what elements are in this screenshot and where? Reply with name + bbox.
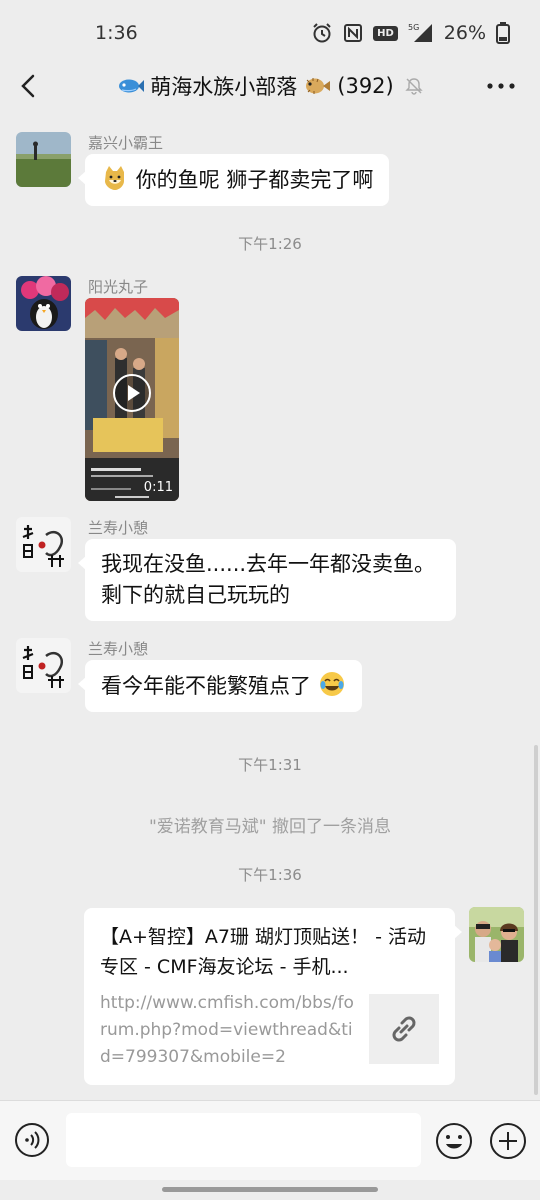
sender-name: 阳光丸子 xyxy=(88,278,149,296)
message-text: 你的鱼呢 狮子都卖完了啊 xyxy=(135,168,374,192)
play-icon[interactable] xyxy=(112,373,152,413)
link-url: http://www.cmfish.com/bbs/forum.php?mod=… xyxy=(100,993,354,1067)
link-icon xyxy=(392,1016,416,1042)
emoji-button[interactable] xyxy=(435,1122,473,1160)
sender-name: 嘉兴小霸王 xyxy=(88,134,164,152)
laughing-tears-emoji-icon xyxy=(319,672,344,696)
sender-name: 兰寿小憩 xyxy=(88,640,149,658)
video-duration: 0:11 xyxy=(143,480,173,495)
nfc-icon xyxy=(343,23,363,43)
status-time: 1:36 xyxy=(95,22,138,44)
sender-name: 兰寿小憩 xyxy=(88,519,149,537)
member-count: (392) xyxy=(337,74,394,98)
my-avatar[interactable] xyxy=(469,907,524,962)
hd-icon: HD xyxy=(373,25,398,41)
time-divider: 下午1:26 xyxy=(238,235,302,253)
chat-title-text: 萌海水族小部落 xyxy=(150,75,298,99)
avatar-calligraphy-image xyxy=(16,638,71,693)
message-text-line: 剩下的就自己玩玩的 xyxy=(101,583,290,607)
pufferfish-icon xyxy=(306,78,331,94)
message-bubble[interactable]: 你的鱼呢 狮子都卖完了啊 xyxy=(77,154,390,206)
emoji-icon xyxy=(436,1123,472,1159)
signal-icon: 5G xyxy=(408,22,434,44)
alarm-icon xyxy=(311,22,333,44)
svg-text:5G: 5G xyxy=(408,23,419,32)
chat-title: 萌海水族小部落 (392) xyxy=(116,71,423,101)
link-thumbnail xyxy=(369,994,439,1064)
scrollbar[interactable] xyxy=(534,745,538,1095)
status-bar: 1:36 HD 5G 26% xyxy=(0,0,540,66)
message-text: 看今年能不能繁殖点了 xyxy=(101,674,311,698)
video-message[interactable]: 0:11 xyxy=(85,298,179,501)
mute-bell-icon xyxy=(405,78,423,95)
time-divider: 下午1:31 xyxy=(238,756,302,774)
message-text-line: 我现在没鱼......去年一年都没卖鱼。 xyxy=(101,552,436,576)
chat-message-list[interactable]: 嘉兴小霸王 你的鱼呢 狮子都卖完了啊 下午1:26 阳光丸子 0:11 兰寿小憩… xyxy=(0,118,540,1098)
recall-notice: "爱诺教育马斌" 撤回了一条消息 xyxy=(148,817,392,837)
avatar[interactable] xyxy=(16,638,71,693)
back-button[interactable] xyxy=(14,70,46,102)
home-indicator[interactable] xyxy=(162,1187,378,1192)
message-bubble[interactable]: 我现在没鱼......去年一年都没卖鱼。 剩下的就自己玩玩的 xyxy=(78,539,456,621)
message-bubble[interactable]: 看今年能不能繁殖点了 xyxy=(78,660,362,712)
status-icons: HD 5G 26% xyxy=(311,22,510,44)
back-arrow-icon xyxy=(21,74,35,98)
avatar[interactable] xyxy=(16,276,71,331)
avatar[interactable] xyxy=(16,132,71,187)
avatar-family-photo xyxy=(469,907,524,962)
avatar-field-image xyxy=(16,132,71,187)
more-button[interactable] xyxy=(484,72,518,100)
fish-icon xyxy=(119,79,145,93)
battery-percent: 26% xyxy=(443,22,486,44)
voice-icon xyxy=(15,1123,49,1157)
voice-button[interactable] xyxy=(14,1122,50,1158)
title-bar: 萌海水族小部落 (392) xyxy=(0,58,540,114)
message-input[interactable] xyxy=(66,1113,421,1167)
link-title: 【A+智控】A7珊 瑚灯顶贴送！ - 活动专区 - CMF海友论坛 - 手机..… xyxy=(100,926,426,978)
more-dots-icon xyxy=(487,83,515,89)
avatar-calligraphy-image xyxy=(16,517,71,572)
avatar-penguin-image xyxy=(16,276,71,331)
battery-icon xyxy=(496,22,510,44)
dog-emoji-icon xyxy=(105,166,124,190)
more-functions-button[interactable] xyxy=(489,1122,527,1160)
input-bar xyxy=(0,1100,540,1180)
time-divider: 下午1:36 xyxy=(238,866,302,884)
avatar[interactable] xyxy=(16,517,71,572)
plus-icon xyxy=(490,1123,526,1159)
link-card[interactable]: 【A+智控】A7珊 瑚灯顶贴送！ - 活动专区 - CMF海友论坛 - 手机..… xyxy=(84,908,462,1085)
